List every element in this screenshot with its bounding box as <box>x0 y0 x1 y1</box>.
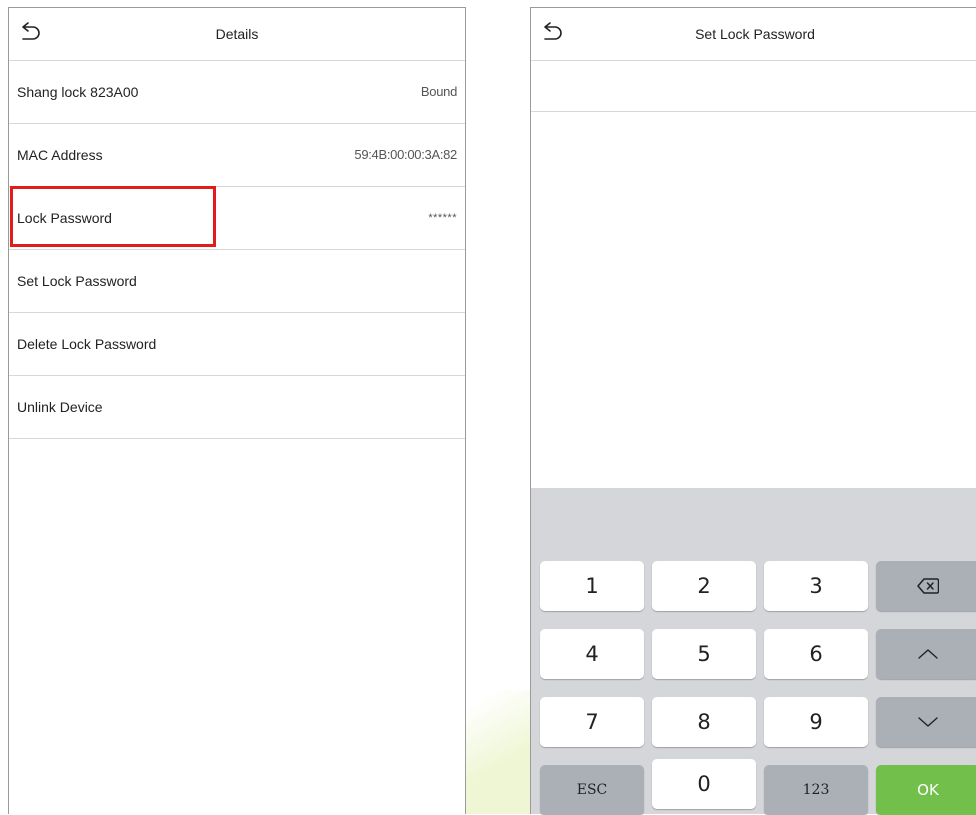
list-item-lock-name[interactable]: Shang lock 823A00 Bound <box>9 61 465 124</box>
key-3[interactable]: 3 <box>764 561 868 611</box>
watermark-shape <box>466 690 536 814</box>
down-key[interactable] <box>876 697 976 747</box>
esc-key[interactable]: ESC <box>540 765 644 815</box>
delete-lock-password-label: Delete Lock Password <box>17 336 157 352</box>
details-header: Details <box>9 8 465 61</box>
up-key[interactable] <box>876 629 976 679</box>
key-6[interactable]: 6 <box>764 629 868 679</box>
page-title: Details <box>215 26 259 42</box>
bind-status-value: Bound <box>420 84 457 99</box>
set-lock-password-label: Set Lock Password <box>17 273 137 289</box>
list-item-set-lock-password[interactable]: Set Lock Password <box>9 250 465 313</box>
mac-address-value: 59:4B:00:00:3A:82 <box>354 147 457 162</box>
key-7[interactable]: 7 <box>540 697 644 747</box>
list-item-lock-password[interactable]: Lock Password ****** <box>9 187 465 250</box>
ok-button[interactable]: OK <box>876 765 976 815</box>
key-8[interactable]: 8 <box>652 697 756 747</box>
set-password-header: Set Lock Password <box>531 8 976 61</box>
mac-address-label: MAC Address <box>17 147 103 163</box>
input-mode-key[interactable]: 123 <box>764 765 868 815</box>
list-item-mac-address: MAC Address 59:4B:00:00:3A:82 <box>9 124 465 187</box>
set-lock-password-screen: Set Lock Password 1 2 3 4 5 6 7 8 9 ESC <box>530 7 976 815</box>
key-9[interactable]: 9 <box>764 697 868 747</box>
key-0[interactable]: 0 <box>652 759 756 809</box>
key-2[interactable]: 2 <box>652 561 756 611</box>
chevron-down-icon <box>918 717 938 727</box>
list-item-unlink-device[interactable]: Unlink Device <box>9 376 465 439</box>
chevron-up-icon <box>918 649 938 659</box>
key-5[interactable]: 5 <box>652 629 756 679</box>
backspace-icon <box>917 578 939 594</box>
key-1[interactable]: 1 <box>540 561 644 611</box>
page-title: Set Lock Password <box>695 26 815 42</box>
backspace-key[interactable] <box>876 561 976 611</box>
unlink-device-label: Unlink Device <box>17 399 103 415</box>
numeric-keypad: 1 2 3 4 5 6 7 8 9 ESC 0 123 OK <box>531 488 976 815</box>
key-4[interactable]: 4 <box>540 629 644 679</box>
list-item-delete-lock-password[interactable]: Delete Lock Password <box>9 313 465 376</box>
details-screen: Details Shang lock 823A00 Bound MAC Addr… <box>8 7 466 814</box>
lock-name-label: Shang lock 823A00 <box>17 84 139 100</box>
lock-password-value: ****** <box>428 212 457 224</box>
lock-password-label: Lock Password <box>17 210 112 226</box>
password-input[interactable] <box>531 61 976 112</box>
